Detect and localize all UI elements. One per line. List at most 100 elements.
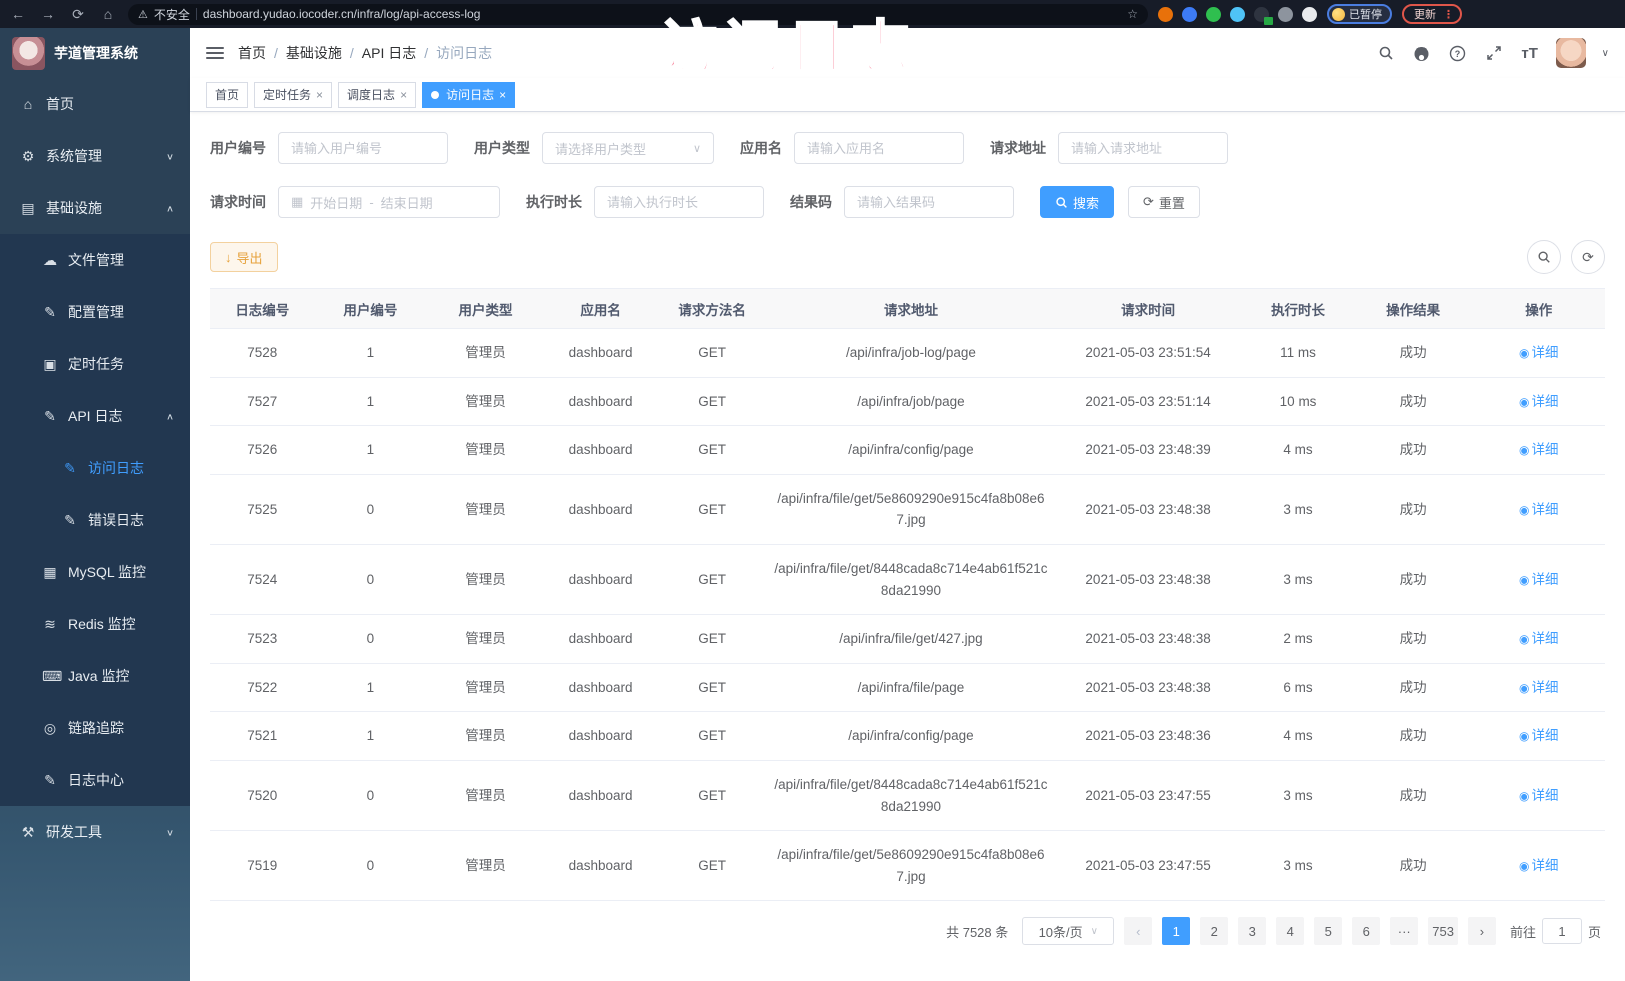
cell-id: 7525	[210, 474, 315, 544]
back-icon[interactable]: ←	[8, 0, 28, 28]
sidebar-item-dev-tools[interactable]: ⚒研发工具∨	[0, 806, 190, 858]
browser-menu-icon[interactable]: ⋮	[1443, 8, 1454, 21]
github-icon[interactable]	[1412, 43, 1432, 63]
reset-button[interactable]: ⟳ 重置	[1128, 186, 1200, 218]
request-url-input[interactable]	[1058, 132, 1228, 164]
search-button[interactable]: 搜索	[1040, 186, 1114, 218]
browser-profile-badge[interactable]: 已暂停	[1327, 4, 1392, 24]
bookmark-star-icon[interactable]: ☆	[1127, 7, 1138, 21]
close-icon[interactable]: ×	[316, 88, 323, 102]
sidebar-item-access-log[interactable]: ✎访问日志	[0, 442, 190, 494]
sidebar-item-config-edit[interactable]: ✎配置管理	[0, 286, 190, 338]
user-avatar[interactable]	[1556, 38, 1586, 68]
sidebar-item-trace[interactable]: ◎链路追踪	[0, 702, 190, 754]
detail-link[interactable]: ◉详细	[1519, 788, 1558, 803]
export-button[interactable]: ↓ 导出	[210, 242, 278, 272]
goto-page-input[interactable]	[1542, 918, 1582, 944]
close-icon[interactable]: ×	[499, 88, 506, 102]
page-size-select[interactable]: 10条/页 ∨	[1022, 917, 1114, 945]
sidebar-item-log-center[interactable]: ✎日志中心	[0, 754, 190, 806]
cell-user-id: 0	[315, 474, 427, 544]
app-name-input[interactable]	[794, 132, 964, 164]
detail-link[interactable]: ◉详细	[1519, 728, 1558, 743]
extension-orange-icon[interactable]	[1158, 7, 1173, 22]
extension-puzzle-icon[interactable]	[1302, 7, 1317, 22]
cell-time: 2021-05-03 23:48:36	[1054, 712, 1242, 761]
next-page-button[interactable]: ›	[1468, 917, 1496, 945]
sidebar-item-home[interactable]: ⌂首页	[0, 78, 190, 130]
address-bar[interactable]: ⚠ 不安全 dashboard.yudao.iocoder.cn/infra/l…	[128, 4, 1148, 25]
sidebar-item-error-log[interactable]: ✎错误日志	[0, 494, 190, 546]
detail-link[interactable]: ◉详细	[1519, 680, 1558, 695]
breadcrumb-item[interactable]: 基础设施	[286, 43, 342, 63]
page-button-3[interactable]: 3	[1238, 917, 1266, 945]
tab-view-2[interactable]: 调度日志×	[338, 82, 416, 108]
pagination: 共 7528 条 10条/页 ∨ ‹ 123456···753 › 前往 页	[210, 917, 1601, 945]
date-range-picker[interactable]: ▦ 开始日期 - 结束日期	[278, 186, 500, 218]
refresh-table-button[interactable]: ⟳	[1571, 240, 1605, 274]
hamburger-icon[interactable]	[206, 47, 224, 59]
cell-id: 7522	[210, 663, 315, 712]
result-code-input[interactable]	[844, 186, 1014, 218]
detail-link[interactable]: ◉详细	[1519, 572, 1558, 587]
page-button-6[interactable]: 6	[1352, 917, 1380, 945]
user-type-select[interactable]: 请选择用户类型 ∨	[542, 132, 714, 164]
goto-label: 前往	[1510, 922, 1536, 941]
cell-actions: ◉详细	[1472, 544, 1605, 614]
page-button-5[interactable]: 5	[1314, 917, 1342, 945]
page-button-2[interactable]: 2	[1200, 917, 1228, 945]
toggle-search-button[interactable]	[1527, 240, 1561, 274]
detail-link[interactable]: ◉详细	[1519, 631, 1558, 646]
detail-link[interactable]: ◉详细	[1519, 858, 1558, 873]
reload-icon[interactable]: ⟳	[68, 0, 88, 28]
sidebar-item-infra[interactable]: ▤基础设施∧	[0, 182, 190, 234]
sidebar-item-gear[interactable]: ⚙系统管理∨	[0, 130, 190, 182]
close-icon[interactable]: ×	[400, 88, 407, 102]
page-button-753[interactable]: 753	[1428, 917, 1458, 945]
cell-url: /api/infra/job-log/page	[768, 329, 1054, 378]
sidebar-item-redis-monitor[interactable]: ≋Redis 监控	[0, 598, 190, 650]
request-url-label: 请求地址	[990, 138, 1046, 158]
breadcrumb-item[interactable]: API 日志	[362, 43, 416, 63]
tab-home[interactable]: 首页	[206, 82, 248, 108]
fullscreen-icon[interactable]	[1484, 43, 1504, 63]
cell-id: 7527	[210, 377, 315, 426]
search-icon[interactable]	[1376, 43, 1396, 63]
breadcrumb-item[interactable]: 首页	[238, 43, 266, 63]
chevron-down-icon[interactable]: ∨	[1602, 48, 1609, 59]
error-log-icon: ✎	[62, 512, 78, 529]
extension-green-icon[interactable]	[1206, 7, 1221, 22]
page-button-1[interactable]: 1	[1162, 917, 1190, 945]
user-id-input[interactable]	[278, 132, 448, 164]
sidebar-item-java-monitor[interactable]: ⌨Java 监控	[0, 650, 190, 702]
tab-view-1[interactable]: 定时任务×	[254, 82, 332, 108]
breadcrumb-separator: /	[350, 45, 354, 61]
page-button-4[interactable]: 4	[1276, 917, 1304, 945]
cell-id: 7519	[210, 831, 315, 901]
detail-link[interactable]: ◉详细	[1519, 502, 1558, 517]
font-size-icon[interactable]: ᴛT	[1520, 43, 1540, 63]
prev-page-button[interactable]: ‹	[1124, 917, 1152, 945]
app-logo-row[interactable]: 芋道管理系统	[0, 28, 190, 78]
extension-dark-badge-icon[interactable]	[1254, 7, 1269, 22]
extension-person-icon[interactable]	[1278, 7, 1293, 22]
help-icon[interactable]: ?	[1448, 43, 1468, 63]
detail-link[interactable]: ◉详细	[1519, 345, 1558, 360]
forward-icon[interactable]: →	[38, 0, 58, 28]
duration-input[interactable]	[594, 186, 764, 218]
sidebar-item-mysql-monitor[interactable]: ▦MySQL 监控	[0, 546, 190, 598]
extension-shield-icon[interactable]	[1182, 7, 1197, 22]
tab-view-3[interactable]: 访问日志×	[422, 82, 515, 108]
detail-link[interactable]: ◉详细	[1519, 394, 1558, 409]
dev-tools-icon: ⚒	[20, 824, 36, 841]
sidebar-item-cron-job[interactable]: ▣定时任务	[0, 338, 190, 390]
sidebar-item-file-upload[interactable]: ☁文件管理	[0, 234, 190, 286]
extension-grid-icon[interactable]	[1230, 7, 1245, 22]
page-content: 用户编号 用户类型 请选择用户类型 ∨ 应用名 请求地址	[190, 112, 1625, 981]
home-icon[interactable]: ⌂	[98, 0, 118, 28]
browser-update-button[interactable]: 更新 ⋮	[1402, 4, 1462, 24]
page-more-button[interactable]: ···	[1390, 917, 1418, 945]
detail-link[interactable]: ◉详细	[1519, 442, 1558, 457]
sidebar-item-label: 日志中心	[68, 770, 124, 790]
sidebar-item-api-log[interactable]: ✎API 日志∧	[0, 390, 190, 442]
